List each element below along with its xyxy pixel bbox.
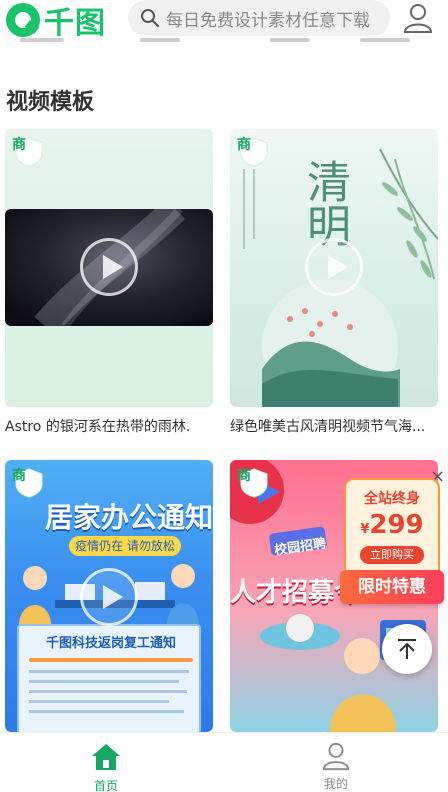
commercial-badge: 商 (12, 137, 26, 153)
promo-top-text: 全站终身 (364, 491, 420, 507)
commercial-badge: 商 (12, 468, 26, 484)
play-icon[interactable] (305, 238, 363, 296)
video-card[interactable]: 商 居家办公通知 疫情仍在 请勿放松 千图科技返岗复工通知 (5, 460, 213, 732)
page: 千图 每日免费设计素材任意下载 视频模板 商 Astro 的银河系在热带的雨林.… (0, 0, 448, 792)
notice-title: 千图科技返岗复工通知 (45, 636, 176, 651)
promo-price-value: 299 (369, 510, 424, 540)
logo-text: 千图 (44, 6, 106, 41)
nav-item-me[interactable]: 我的 (306, 737, 366, 791)
bottom-nav: 首页 我的 (0, 732, 448, 792)
header: 千图 每日免费设计素材任意下载 (0, 0, 448, 46)
video-thumbnail[interactable]: 商 (230, 129, 438, 407)
search-placeholder: 每日免费设计素材任意下载 (166, 10, 370, 31)
promo-price: ¥299 (346, 510, 438, 540)
search-bar[interactable]: 每日免费设计素材任意下载 (128, 0, 390, 36)
commercial-badge: 商 (237, 468, 251, 484)
qingming-title: 清明 (299, 159, 350, 247)
back-to-top-icon (398, 639, 416, 659)
logo[interactable]: 千图 (6, 2, 106, 41)
promo-card[interactable]: 全站终身 ¥299 立即购买 (344, 478, 440, 582)
video-thumbnail[interactable]: 商 (5, 129, 213, 407)
nav-label-home: 首页 (93, 779, 118, 792)
user-icon[interactable] (402, 2, 434, 34)
limited-offer-ribbon[interactable]: 限时特惠 (340, 570, 444, 604)
user-icon (322, 742, 350, 771)
section-title: 视频模板 (6, 90, 95, 115)
play-icon[interactable] (80, 568, 138, 626)
logo-icon (6, 3, 40, 37)
promo-ad[interactable]: 全站终身 ¥299 立即购买 限时特惠 (340, 478, 446, 606)
commercial-badge: 商 (237, 137, 251, 153)
nav-label-me: 我的 (323, 777, 348, 791)
buy-now-button[interactable]: 立即购买 (360, 546, 424, 564)
video-thumbnail[interactable]: 商 居家办公通知 疫情仍在 请勿放松 千图科技返岗复工通知 (5, 460, 213, 732)
back-to-top-button[interactable] (382, 624, 432, 674)
video-card[interactable]: 商 (230, 129, 438, 407)
home-icon (92, 744, 120, 770)
search-icon (141, 9, 160, 28)
notice-box: 千图科技返岗复工通知 (17, 624, 201, 732)
nav-item-home[interactable]: 首页 (76, 737, 136, 792)
card-caption[interactable]: 绿色唯美古风清明视频节气海... (230, 416, 438, 436)
poster-title: 居家办公通知 (45, 501, 213, 534)
video-card[interactable]: 商 (5, 129, 213, 407)
category-row-cut (0, 38, 448, 48)
poster-subtitle: 疫情仍在 请勿放松 (69, 536, 181, 556)
play-icon[interactable] (80, 238, 138, 296)
card-caption[interactable]: Astro 的银河系在热带的雨林. (5, 416, 213, 436)
